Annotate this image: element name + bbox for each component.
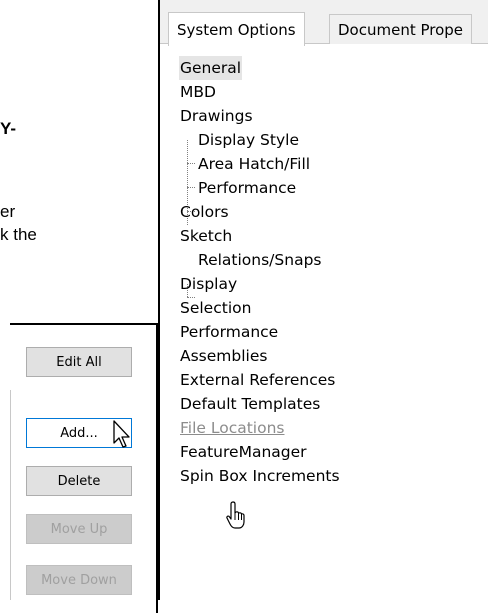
options-tree: General MBD Drawings Display Style Area Hatc… <box>160 56 488 488</box>
page-text-fragment: Y- <box>0 119 17 138</box>
tree-item-label: Performance <box>198 179 297 197</box>
tree-item-label: Display Style <box>198 131 299 149</box>
tree-item-drawings[interactable]: Drawings <box>160 104 488 128</box>
page-text-fragment: k the <box>0 225 37 244</box>
tree-item-label: Area Hatch/Fill <box>198 155 311 173</box>
tree-item-featuremanager[interactable]: FeatureManager <box>160 440 488 464</box>
tree-item-label: MBD <box>180 83 216 101</box>
tree-item-label: Spin Box Increments <box>180 467 340 485</box>
tree-item-relations-snaps[interactable]: Relations/Snaps <box>160 248 488 272</box>
tree-item-label: Assemblies <box>180 347 268 365</box>
tree-item-external-references[interactable]: External References <box>160 368 488 392</box>
page-text-fragment: er <box>0 202 16 221</box>
tree-item-mbd[interactable]: MBD <box>160 80 488 104</box>
tree-item-label: Drawings <box>180 107 253 125</box>
tab-document-properties[interactable]: Document Prope <box>329 14 473 44</box>
tree-item-area-hatch-fill[interactable]: Area Hatch/Fill <box>160 152 488 176</box>
edit-all-button[interactable]: Edit All <box>26 347 132 377</box>
tree-item-file-locations[interactable]: File Locations <box>160 416 488 440</box>
delete-button[interactable]: Delete <box>26 466 132 496</box>
tree-item-label: FeatureManager <box>180 443 307 461</box>
arrow-pointer-icon <box>113 420 130 448</box>
tree-item-label: Sketch <box>180 227 233 245</box>
tree-item-performance[interactable]: Performance <box>160 320 488 344</box>
tree-item-sketch[interactable]: Sketch <box>160 224 488 248</box>
tree-item-selection[interactable]: Selection <box>160 296 488 320</box>
tree-item-spin-box-increments[interactable]: Spin Box Increments <box>160 464 488 488</box>
panel-divider <box>10 390 11 600</box>
tree-item-label: Performance <box>180 323 279 341</box>
move-down-button[interactable]: Move Down <box>26 565 132 595</box>
tab-system-options[interactable]: System Options <box>168 12 305 46</box>
tree-item-label: External References <box>180 371 336 389</box>
tab-strip: System Options Document Prope <box>160 0 488 46</box>
tree-item-label: Colors <box>180 203 229 221</box>
tree-item-display-style[interactable]: Display Style <box>160 128 488 152</box>
tree-item-label: Default Templates <box>180 395 321 413</box>
tree-item-general[interactable]: General <box>160 56 488 80</box>
tree-item-default-templates[interactable]: Default Templates <box>160 392 488 416</box>
tree-item-assemblies[interactable]: Assemblies <box>160 344 488 368</box>
options-dialog: System Options Document Prope General MBD… <box>158 0 488 600</box>
move-up-button[interactable]: Move Up <box>26 514 132 544</box>
tree-item-label: File Locations <box>180 419 285 437</box>
tree-item-performance[interactable]: Performance <box>160 176 488 200</box>
tree-item-label: Display <box>180 275 238 293</box>
tree-item-label: Selection <box>180 299 252 317</box>
tree-item-colors[interactable]: Colors <box>160 200 488 224</box>
hand-pointer-icon <box>226 501 245 529</box>
tree-item-label: General <box>179 56 243 80</box>
tree-item-label: Relations/Snaps <box>198 251 322 269</box>
tree-item-display[interactable]: Display <box>160 272 488 296</box>
